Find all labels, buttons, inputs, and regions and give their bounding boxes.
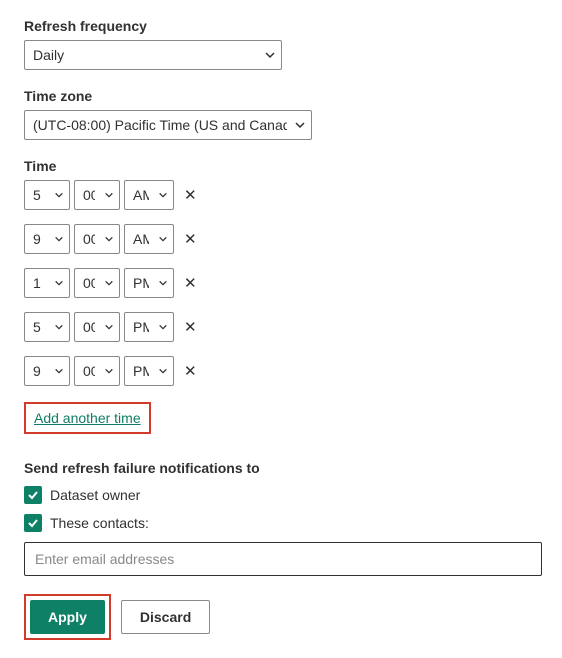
dataset-owner-row: Dataset owner <box>24 486 538 504</box>
hour-select[interactable]: 5 <box>24 180 70 210</box>
discard-button[interactable]: Discard <box>121 600 210 634</box>
time-zone-section: Time zone (UTC-08:00) Pacific Time (US a… <box>24 88 538 140</box>
ampm-select[interactable]: PM <box>124 312 174 342</box>
hour-select[interactable]: 5 <box>24 312 70 342</box>
add-time-highlight: Add another time <box>24 402 151 434</box>
hour-select[interactable]: 9 <box>24 224 70 254</box>
time-row: 100PM ✕ <box>24 268 538 298</box>
these-contacts-row: These contacts: <box>24 514 538 532</box>
ampm-select[interactable]: PM <box>124 356 174 386</box>
remove-time-icon[interactable]: ✕ <box>182 230 199 249</box>
ampm-select[interactable]: AM <box>124 224 174 254</box>
hour-select[interactable]: 1 <box>24 268 70 298</box>
apply-highlight: Apply <box>24 594 111 640</box>
time-zone-select[interactable]: (UTC-08:00) Pacific Time (US and Canada) <box>24 110 312 140</box>
action-buttons: Apply Discard <box>24 594 538 640</box>
time-section: Time 500AM✕900AM✕100PM✕500PM✕900PM✕ Add … <box>24 158 538 434</box>
time-row: 500AM ✕ <box>24 180 538 210</box>
add-another-time-link[interactable]: Add another time <box>34 410 141 426</box>
time-zone-label: Time zone <box>24 88 538 104</box>
minute-select[interactable]: 00 <box>74 356 120 386</box>
remove-time-icon[interactable]: ✕ <box>182 362 199 381</box>
refresh-frequency-label: Refresh frequency <box>24 18 538 34</box>
time-label: Time <box>24 158 538 174</box>
ampm-select[interactable]: AM <box>124 180 174 210</box>
refresh-frequency-select[interactable]: Daily <box>24 40 282 70</box>
remove-time-icon[interactable]: ✕ <box>182 274 199 293</box>
dataset-owner-label: Dataset owner <box>50 487 140 503</box>
remove-time-icon[interactable]: ✕ <box>182 318 199 337</box>
minute-select[interactable]: 00 <box>74 224 120 254</box>
notifications-section: Send refresh failure notifications to Da… <box>24 460 538 576</box>
these-contacts-label: These contacts: <box>50 515 149 531</box>
time-row: 900PM ✕ <box>24 356 538 386</box>
apply-button[interactable]: Apply <box>30 600 105 634</box>
hour-select[interactable]: 9 <box>24 356 70 386</box>
refresh-frequency-section: Refresh frequency Daily <box>24 18 538 70</box>
time-row: 500PM ✕ <box>24 312 538 342</box>
email-addresses-input[interactable] <box>24 542 542 576</box>
minute-select[interactable]: 00 <box>74 312 120 342</box>
these-contacts-checkbox[interactable] <box>24 514 42 532</box>
remove-time-icon[interactable]: ✕ <box>182 186 199 205</box>
time-row: 900AM ✕ <box>24 224 538 254</box>
notifications-heading: Send refresh failure notifications to <box>24 460 538 476</box>
minute-select[interactable]: 00 <box>74 268 120 298</box>
minute-select[interactable]: 00 <box>74 180 120 210</box>
ampm-select[interactable]: PM <box>124 268 174 298</box>
dataset-owner-checkbox[interactable] <box>24 486 42 504</box>
